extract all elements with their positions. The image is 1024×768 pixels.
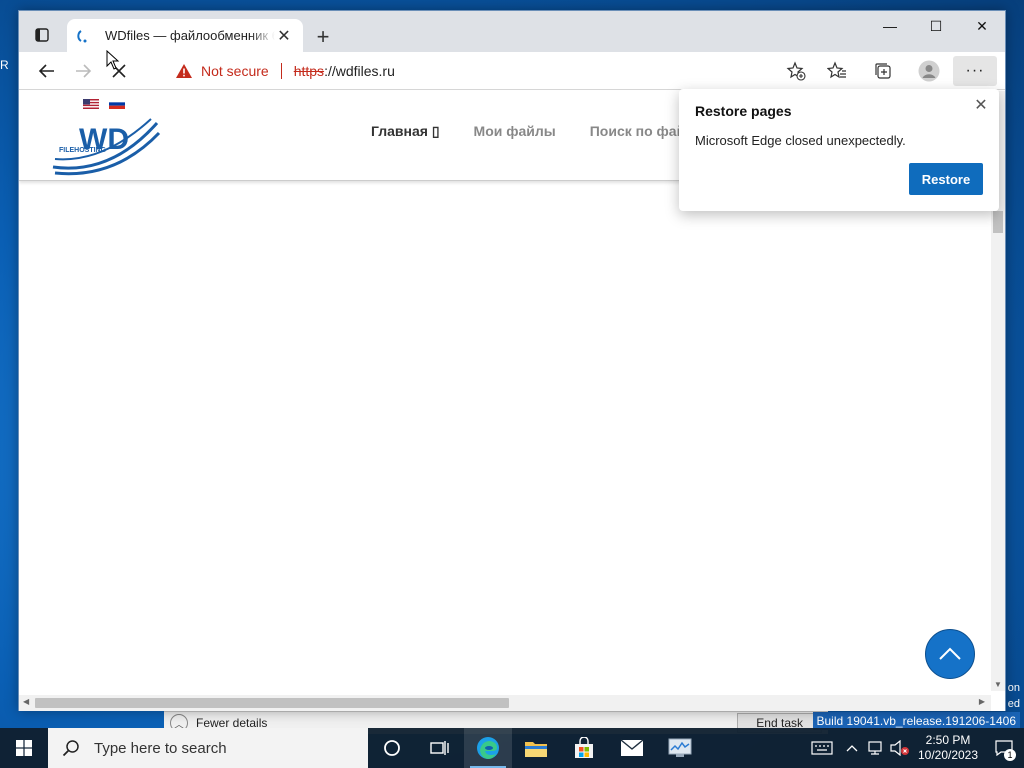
taskbar-store[interactable] bbox=[560, 728, 608, 768]
search-placeholder: Type here to search bbox=[94, 739, 227, 757]
vertical-scroll-thumb[interactable] bbox=[993, 211, 1003, 233]
window-controls: — ☐ ✕ bbox=[867, 11, 1005, 41]
chevron-up-icon bbox=[939, 647, 961, 660]
clock-time: 2:50 PM bbox=[925, 733, 971, 747]
dialog-title: Restore pages bbox=[695, 103, 792, 119]
tab-close-icon[interactable]: ✕ bbox=[275, 27, 293, 45]
clock-date: 10/20/2023 bbox=[917, 748, 979, 762]
star-add-icon bbox=[786, 61, 806, 81]
browser-toolbar: Not secure https://wdfiles.ru ··· bbox=[19, 52, 1005, 90]
horizontal-scroll-thumb[interactable] bbox=[35, 698, 509, 708]
start-button[interactable] bbox=[0, 728, 48, 768]
network-icon bbox=[868, 741, 882, 755]
task-view-button[interactable] bbox=[416, 728, 464, 768]
store-icon bbox=[575, 737, 593, 758]
mail-icon bbox=[620, 739, 644, 756]
restore-pages-dialog: Restore pages Microsoft Edge closed unex… bbox=[679, 89, 999, 211]
keyboard-icon bbox=[811, 741, 833, 755]
horizontal-scrollbar[interactable]: ◀ ▶ bbox=[19, 695, 991, 711]
warning-icon bbox=[176, 64, 192, 78]
address-separator bbox=[280, 63, 282, 79]
taskbar-edge[interactable] bbox=[464, 728, 512, 768]
scroll-left-arrow[interactable]: ◀ bbox=[23, 697, 29, 706]
settings-more-button[interactable]: ··· bbox=[953, 56, 997, 86]
site-navigation: Главная ▯ Мои файлы Поиск по файлам bbox=[371, 123, 712, 140]
security-status[interactable]: Not secure bbox=[201, 63, 269, 79]
profile-button[interactable] bbox=[907, 56, 951, 86]
volume-button[interactable] bbox=[888, 728, 912, 768]
url-text: https://wdfiles.ru bbox=[293, 63, 395, 79]
folder-icon bbox=[525, 742, 547, 757]
add-favorite-button[interactable] bbox=[779, 56, 813, 86]
taskbar-task-manager[interactable] bbox=[656, 728, 704, 768]
scroll-right-arrow[interactable]: ▶ bbox=[979, 697, 985, 706]
action-center-button[interactable]: 1 bbox=[984, 728, 1024, 768]
close-window-button[interactable]: ✕ bbox=[959, 11, 1005, 41]
background-window-edge: R bbox=[0, 58, 9, 72]
address-bar[interactable]: Not secure https://wdfiles.ru bbox=[165, 56, 775, 86]
collections-button[interactable] bbox=[861, 56, 905, 86]
cortana-icon bbox=[384, 740, 400, 756]
cortana-button[interactable] bbox=[368, 728, 416, 768]
flag-us-icon[interactable] bbox=[83, 99, 99, 109]
flag-ru-icon[interactable] bbox=[109, 99, 125, 109]
tab-actions-button[interactable] bbox=[29, 23, 55, 47]
dialog-message: Microsoft Edge closed unexpectedly. bbox=[695, 133, 906, 148]
new-tab-button[interactable]: + bbox=[311, 24, 335, 49]
taskbar: Type here to search 2:50 PM 10/20/2023 1 bbox=[0, 728, 1024, 768]
scroll-down-arrow[interactable]: ▼ bbox=[991, 677, 1005, 691]
network-button[interactable] bbox=[864, 728, 888, 768]
arrow-right-icon bbox=[76, 63, 92, 78]
show-hidden-icons-button[interactable] bbox=[840, 728, 864, 768]
site-logo[interactable]: WD FILEHOSTING bbox=[51, 113, 163, 177]
system-tray: 2:50 PM 10/20/2023 1 bbox=[804, 728, 1024, 768]
edge-icon bbox=[477, 737, 499, 759]
notification-badge: 1 bbox=[1004, 749, 1016, 761]
taskbar-mail[interactable] bbox=[608, 728, 656, 768]
tab-title: WDfiles — файлообменник бесплатный bbox=[105, 28, 275, 43]
search-icon bbox=[62, 740, 79, 757]
browser-window: WDfiles — файлообменник бесплатный ✕ + —… bbox=[18, 10, 1006, 711]
task-view-icon bbox=[430, 741, 449, 755]
scroll-to-top-button[interactable] bbox=[925, 629, 975, 679]
dialog-close-icon[interactable]: ✕ bbox=[973, 97, 989, 114]
maximize-button[interactable]: ☐ bbox=[913, 11, 959, 41]
nav-home[interactable]: Главная ▯ bbox=[371, 123, 440, 140]
restore-button[interactable]: Restore bbox=[909, 163, 983, 195]
forward-button[interactable] bbox=[65, 55, 101, 87]
keyboard-button[interactable] bbox=[804, 728, 840, 768]
windows-logo-icon bbox=[16, 740, 32, 756]
nav-my-files[interactable]: Мои файлы bbox=[474, 123, 556, 140]
arrow-left-icon bbox=[38, 63, 54, 78]
volume-muted-icon bbox=[890, 740, 909, 756]
background-window-text: on ed bbox=[1007, 682, 1020, 710]
toolbar-right-icons: ··· bbox=[815, 56, 997, 86]
favorites-button[interactable] bbox=[815, 56, 859, 86]
favorites-icon bbox=[827, 61, 846, 79]
taskbar-file-explorer[interactable] bbox=[512, 728, 560, 768]
title-bar: WDfiles — файлообменник бесплатный ✕ + —… bbox=[19, 11, 1005, 52]
chevron-up-icon bbox=[846, 745, 858, 752]
avatar-icon bbox=[918, 60, 940, 82]
back-button[interactable] bbox=[29, 55, 65, 87]
mouse-cursor-icon bbox=[106, 50, 120, 70]
taskbar-search[interactable]: Type here to search bbox=[48, 728, 368, 768]
loading-spinner-icon bbox=[77, 29, 87, 42]
tab-active[interactable]: WDfiles — файлообменник бесплатный ✕ bbox=[67, 19, 303, 52]
collections-icon bbox=[875, 63, 891, 79]
tab-actions-icon bbox=[35, 28, 49, 42]
minimize-button[interactable]: — bbox=[867, 11, 913, 41]
clock[interactable]: 2:50 PM 10/20/2023 bbox=[912, 733, 984, 763]
task-manager-icon bbox=[668, 738, 692, 757]
